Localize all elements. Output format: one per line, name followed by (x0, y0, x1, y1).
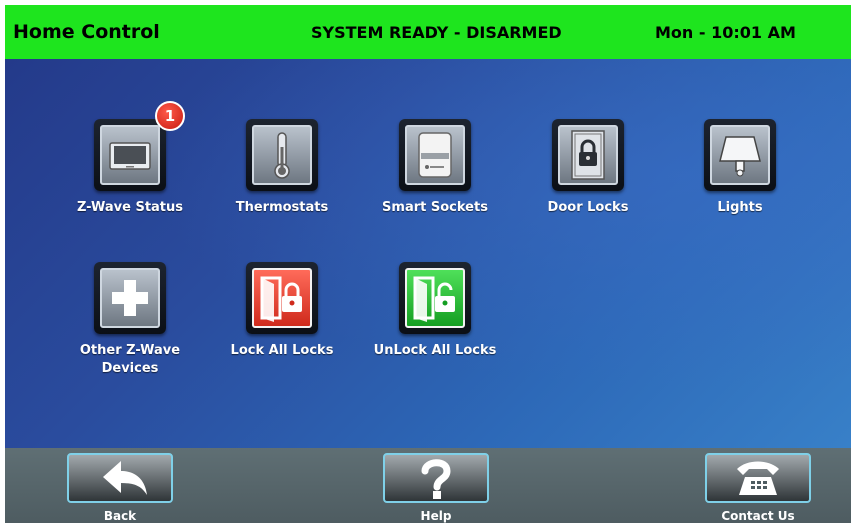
lock-all-locks-button[interactable]: Lock All Locks (207, 262, 357, 392)
door-locks-button[interactable]: Door Locks (513, 119, 663, 249)
z-wave-status-label: Z-Wave Status (76, 200, 184, 215)
alarm-status: SYSTEM READY - DISARMED (311, 23, 562, 42)
unlock-all-locks-label: UnLock All Locks (373, 343, 497, 358)
tablet-icon (109, 142, 151, 170)
telephone-icon (737, 461, 779, 495)
help-label: Help (420, 509, 452, 523)
smart-sockets-label: Smart Sockets (382, 200, 488, 215)
smart-sockets-button[interactable]: Smart Sockets (360, 119, 510, 249)
plus-icon (112, 280, 148, 316)
z-wave-status-button[interactable]: Z-Wave Status (55, 119, 205, 249)
home-control-screen: Home Control SYSTEM READY - DISARMED Mon… (0, 0, 856, 523)
back-button[interactable]: Back (67, 453, 173, 523)
contact-us-button[interactable]: Contact Us (705, 453, 811, 523)
question-icon (421, 459, 451, 499)
door-locked-icon (260, 276, 302, 322)
back-arrow-icon (103, 461, 147, 495)
other-z-wave-devices-button[interactable]: Other Z-Wave Devices (55, 262, 205, 392)
back-label: Back (103, 509, 137, 523)
clock: Mon - 10:01 AM (655, 23, 796, 42)
thermometer-icon (274, 132, 290, 179)
door-unlocked-icon (413, 276, 455, 322)
lock-all-locks-label: Lock All Locks (230, 343, 334, 358)
device-grid: Z-Wave Status Thermostats Smart Sockets … (5, 59, 851, 448)
contact-us-label: Contact Us (721, 509, 795, 523)
status-bar: Home Control SYSTEM READY - DISARMED Mon… (5, 5, 851, 59)
thermostats-button[interactable]: Thermostats (207, 119, 357, 249)
thermostats-label: Thermostats (235, 200, 329, 215)
other-z-wave-devices-label: Other Z-Wave Devices (79, 343, 181, 376)
footer-bar: Back Help Contact Us (5, 448, 851, 523)
unlock-all-locks-button[interactable]: UnLock All Locks (360, 262, 510, 392)
page-title: Home Control (13, 21, 160, 43)
smart-socket-icon (418, 132, 452, 178)
door-lock-icon (571, 130, 605, 180)
door-locks-label: Door Locks (547, 200, 629, 215)
notification-badge: 1 (155, 101, 185, 131)
lights-label: Lights (717, 200, 763, 215)
help-button[interactable]: Help (383, 453, 489, 523)
lights-button[interactable]: Lights (665, 119, 815, 249)
lamp-icon (719, 136, 761, 177)
